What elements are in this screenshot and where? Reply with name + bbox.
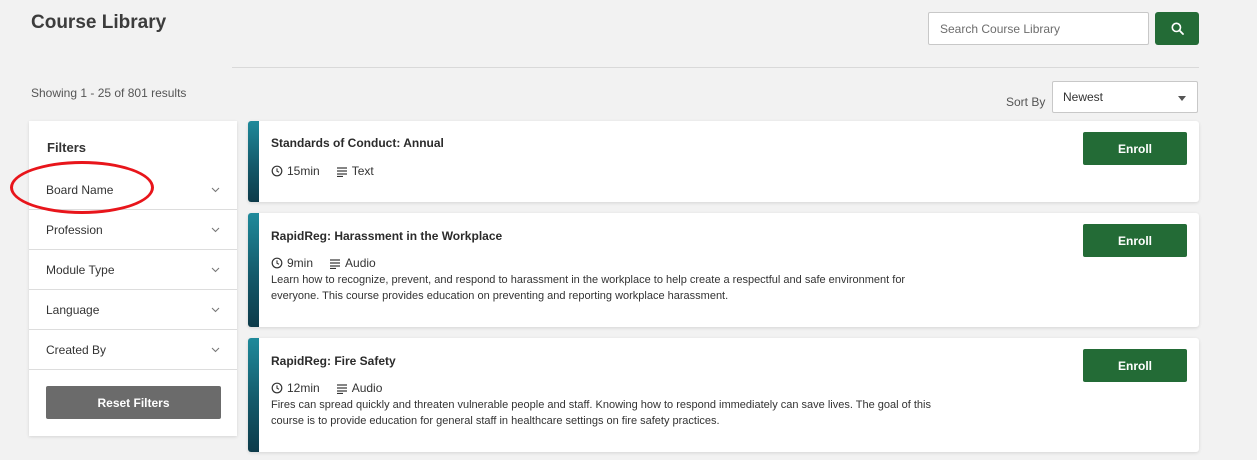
course-format: Text — [351, 164, 374, 178]
course-card: RapidReg: Harassment in the Workplace 9m… — [248, 213, 1199, 327]
filter-language[interactable]: Language — [29, 290, 237, 330]
course-description: Fires can spread quickly and threaten vu… — [271, 399, 931, 427]
clock-icon — [271, 257, 283, 269]
course-meta: 9min Audio — [271, 256, 376, 270]
course-title[interactable]: Standards of Conduct: Annual — [271, 136, 444, 150]
lines-icon — [330, 258, 341, 269]
course-duration: 12min — [287, 381, 320, 395]
course-description: Learn how to recognize, prevent, and res… — [271, 274, 906, 302]
filter-label: Created By — [46, 343, 107, 357]
chevron-down-icon — [211, 187, 220, 193]
course-duration: 15min — [287, 164, 320, 178]
chevron-down-icon — [211, 267, 220, 273]
page-title: Course Library — [31, 12, 167, 33]
header-divider — [232, 67, 1199, 68]
search-input[interactable] — [928, 12, 1149, 45]
caret-down-icon — [1178, 96, 1186, 101]
filter-label: Board Name — [46, 183, 114, 197]
enroll-button[interactable]: Enroll — [1083, 349, 1187, 382]
filters-title: Filters — [47, 140, 87, 155]
course-title[interactable]: RapidReg: Fire Safety — [271, 354, 396, 368]
filter-board-name[interactable]: Board Name — [29, 170, 237, 210]
filters-panel: Filters Board Name Profession Module Typ… — [29, 121, 237, 436]
chevron-down-icon — [211, 347, 220, 353]
course-meta: 12min Audio — [271, 381, 382, 395]
card-accent — [248, 213, 259, 327]
lines-icon — [336, 166, 347, 177]
results-count: Showing 1 - 25 of 801 results — [31, 86, 187, 100]
filter-module-type[interactable]: Module Type — [29, 250, 237, 290]
clock-icon — [271, 382, 283, 394]
chevron-down-icon — [211, 227, 220, 233]
filter-created-by[interactable]: Created By — [29, 330, 237, 370]
filter-profession[interactable]: Profession — [29, 210, 237, 250]
filter-label: Module Type — [46, 263, 115, 277]
course-card: RapidReg: Fire Safety 12min Audio Fires … — [248, 338, 1199, 452]
card-accent — [248, 121, 259, 202]
course-duration: 9min — [287, 256, 314, 270]
course-meta: 15min Text — [271, 164, 374, 178]
card-accent — [248, 338, 259, 452]
course-card: Standards of Conduct: Annual 15min Text … — [248, 121, 1199, 202]
sort-label: Sort By — [1006, 95, 1046, 109]
enroll-button[interactable]: Enroll — [1083, 224, 1187, 257]
course-format: Audio — [345, 256, 376, 270]
search-button[interactable] — [1155, 12, 1199, 45]
course-title[interactable]: RapidReg: Harassment in the Workplace — [271, 229, 502, 243]
search-icon — [1171, 22, 1184, 35]
sort-value: Newest — [1063, 90, 1104, 104]
reset-filters-button[interactable]: Reset Filters — [46, 386, 221, 419]
filter-label: Profession — [46, 223, 103, 237]
enroll-button[interactable]: Enroll — [1083, 132, 1187, 165]
sort-select[interactable]: Newest — [1052, 81, 1198, 113]
lines-icon — [336, 383, 347, 394]
chevron-down-icon — [211, 307, 220, 313]
clock-icon — [271, 165, 283, 177]
course-format: Audio — [351, 381, 383, 395]
filter-label: Language — [46, 303, 100, 317]
